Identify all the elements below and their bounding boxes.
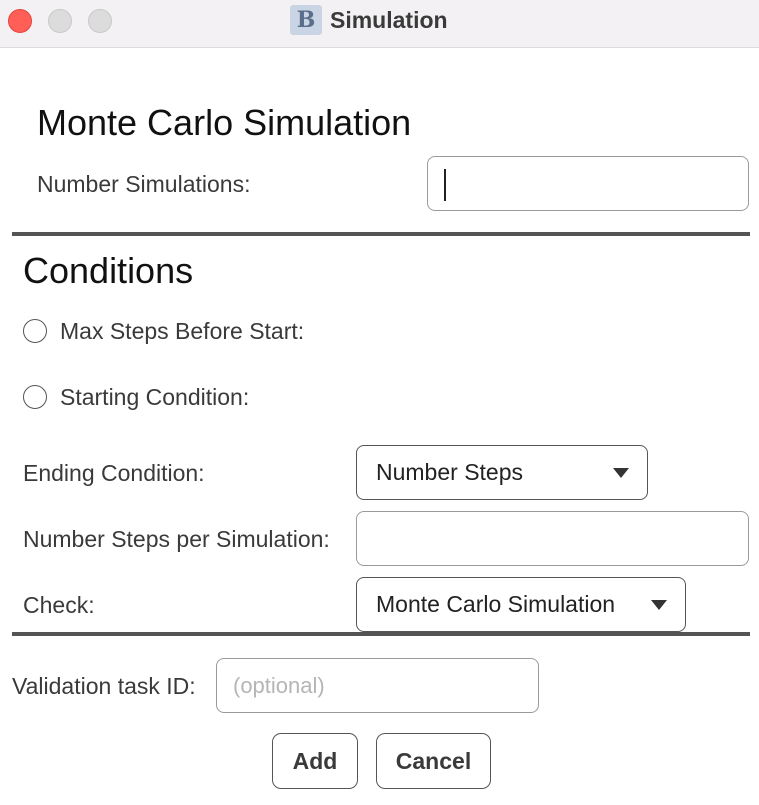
title-bar: B Simulation <box>0 0 759 48</box>
monte-carlo-heading: Monte Carlo Simulation <box>37 102 412 143</box>
ending-condition-value: Number Steps <box>376 459 524 485</box>
cancel-button[interactable]: Cancel <box>376 733 491 789</box>
check-select[interactable]: Monte Carlo Simulation <box>356 577 686 632</box>
simulation-dialog: B Simulation Monte Carlo Simulation Numb… <box>0 0 759 805</box>
number-simulations-label: Number Simulations: <box>37 171 251 197</box>
max-steps-label: Max Steps Before Start: <box>60 318 305 344</box>
section-divider <box>12 232 750 236</box>
steps-per-simulation-input[interactable] <box>356 511 749 566</box>
zoom-icon[interactable] <box>88 9 112 33</box>
chevron-down-icon <box>613 467 629 478</box>
window-title: Simulation <box>330 6 448 33</box>
validation-task-input[interactable] <box>216 658 539 713</box>
conditions-heading: Conditions <box>23 250 194 291</box>
close-icon[interactable] <box>8 9 32 33</box>
minimize-icon[interactable] <box>48 9 72 33</box>
window-title-group: B Simulation <box>290 5 448 35</box>
check-label: Check: <box>23 592 95 618</box>
starting-condition-label: Starting Condition: <box>60 384 250 410</box>
section-divider <box>12 632 750 636</box>
validation-task-label: Validation task ID: <box>12 673 196 699</box>
ending-condition-label: Ending Condition: <box>23 460 205 486</box>
add-button[interactable]: Add <box>272 733 358 789</box>
number-simulations-input[interactable] <box>427 156 749 211</box>
ending-condition-select[interactable]: Number Steps <box>356 445 648 500</box>
max-steps-checkbox[interactable] <box>23 319 47 343</box>
steps-per-simulation-label: Number Steps per Simulation: <box>23 526 330 552</box>
check-value: Monte Carlo Simulation <box>376 591 616 617</box>
text-caret <box>444 169 446 201</box>
chevron-down-icon <box>651 599 667 610</box>
app-icon: B <box>290 5 322 35</box>
starting-condition-checkbox[interactable] <box>23 385 47 409</box>
